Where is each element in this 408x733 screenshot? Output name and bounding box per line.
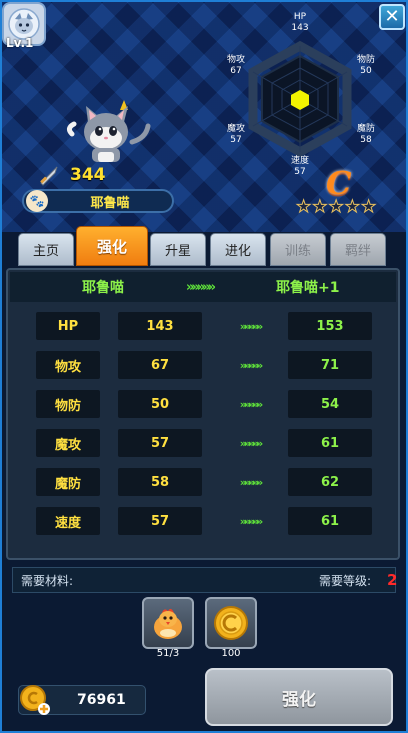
stat-old-value: 57: [118, 507, 202, 535]
hero-tabs: 主页 强化 升星 进化 训练 羁绊: [18, 226, 398, 268]
radar-value-speed: 57: [294, 167, 305, 177]
stat-row-mdef: 魔防 58 »»»»» 62: [22, 468, 384, 496]
star-icon: ★: [295, 197, 312, 217]
material-count-chicken: 51/3: [156, 648, 180, 659]
stat-row-patk: 物攻 67 »»»»» 71: [22, 351, 384, 379]
tab-bond[interactable]: 羁绊: [330, 233, 386, 266]
stat-row-matk: 魔攻 57 »»»»» 61: [22, 429, 384, 457]
game-screen: Lv.1 ✕ HP 143 物防 50 魔防 58 速度 57 魔攻 57 物攻…: [0, 0, 408, 733]
radar-label-mdef: 魔防: [357, 122, 375, 134]
required-level-value: 2: [387, 571, 398, 589]
star-rating: ★ ★ ★ ★ ★: [295, 197, 377, 217]
coin-icon: [214, 606, 248, 640]
radar-label-matk: 魔攻: [227, 122, 245, 134]
materials-bar: 需要材料: 需要等级: 2: [12, 567, 398, 593]
stat-label: HP: [36, 312, 100, 340]
stat-old-value: 57: [118, 429, 202, 457]
material-slot-coin[interactable]: [205, 597, 257, 649]
radar-label-hp: HP: [294, 12, 307, 22]
chicken-icon: [154, 608, 182, 639]
combat-power: 344: [38, 164, 178, 186]
tab-evolve[interactable]: 进化: [210, 233, 266, 266]
radar-label-patk: 物攻: [227, 53, 245, 65]
combat-power-value: 344: [70, 165, 106, 185]
current-hero-name: 耶鲁喵: [82, 280, 124, 296]
stat-label: 魔防: [36, 468, 100, 496]
paw-icon: 🐾: [26, 190, 48, 212]
cat-character-sprite: [66, 100, 151, 162]
stat-row-speed: 速度 57 »»»»» 61: [22, 507, 384, 535]
sword-icon: [40, 166, 58, 186]
hero-name: 耶鲁喵: [90, 195, 130, 211]
enhance-panel: 耶鲁喵 »»»»» 耶鲁喵+1 HP 143 »»»»» 153 物攻 67 »…: [6, 268, 400, 560]
gold-coin-add-icon[interactable]: [18, 683, 52, 717]
stat-label: 魔攻: [36, 429, 100, 457]
stat-label: 物防: [36, 390, 100, 418]
materials-label: 需要材料:: [21, 573, 74, 588]
player-level: Lv.1: [6, 36, 34, 50]
tab-enhance[interactable]: 强化: [76, 226, 148, 266]
stat-radar-chart: HP 143 物防 50 魔防 58 速度 57 魔攻 57 物攻 67: [227, 12, 375, 177]
stat-new-value: 71: [288, 351, 372, 379]
star-icon: ★: [312, 197, 328, 217]
stat-new-value: 153: [288, 312, 372, 340]
stat-row-hp: HP 143 »»»»» 153: [22, 312, 384, 340]
radar-grid: [248, 40, 352, 158]
stat-new-value: 61: [288, 507, 372, 535]
stat-old-value: 58: [118, 468, 202, 496]
radar-label-speed: 速度: [291, 154, 309, 166]
stat-new-value: 54: [288, 390, 372, 418]
stat-row-pdef: 物防 50 »»»»» 54: [22, 390, 384, 418]
radar-value-matk: 57: [230, 135, 241, 145]
material-slot-chicken[interactable]: [142, 597, 194, 649]
next-hero-name: 耶鲁喵+1: [276, 280, 340, 296]
stat-old-value: 143: [118, 312, 202, 340]
radar-value-pdef: 50: [360, 66, 372, 76]
arrow-icon: »»»»»: [239, 475, 264, 489]
tab-home[interactable]: 主页: [18, 233, 74, 266]
arrow-icon: »»»»»: [186, 279, 216, 295]
material-count-coin: 100: [221, 648, 241, 659]
gold-amount: 76961: [77, 692, 126, 708]
radar-value-mdef: 58: [360, 135, 372, 145]
star-icon: ★: [360, 197, 377, 217]
stat-old-value: 67: [118, 351, 202, 379]
stat-new-value: 62: [288, 468, 372, 496]
radar-value-hp: 143: [291, 23, 308, 33]
required-level-label: 需要等级:: [319, 573, 372, 588]
stat-label: 物攻: [36, 351, 100, 379]
enhance-header: 耶鲁喵 »»»»» 耶鲁喵+1: [10, 272, 396, 302]
star-icon: ★: [344, 197, 360, 217]
stat-old-value: 50: [118, 390, 202, 418]
star-icon: ★: [328, 197, 344, 217]
enhance-button[interactable]: 强化: [205, 668, 393, 726]
arrow-icon: »»»»»: [239, 436, 264, 450]
radar-value-patk: 67: [230, 66, 241, 76]
hero-name-plate: 🐾 耶鲁喵: [22, 189, 174, 213]
arrow-icon: »»»»»: [239, 514, 264, 528]
arrow-icon: »»»»»: [239, 319, 264, 333]
arrow-icon: »»»»»: [239, 358, 264, 372]
stat-label: 速度: [36, 507, 100, 535]
arrow-icon: »»»»»: [239, 397, 264, 411]
tab-star-up[interactable]: 升星: [150, 233, 206, 266]
stat-new-value: 61: [288, 429, 372, 457]
radar-label-pdef: 物防: [357, 53, 375, 65]
tab-training[interactable]: 训练: [270, 233, 326, 266]
